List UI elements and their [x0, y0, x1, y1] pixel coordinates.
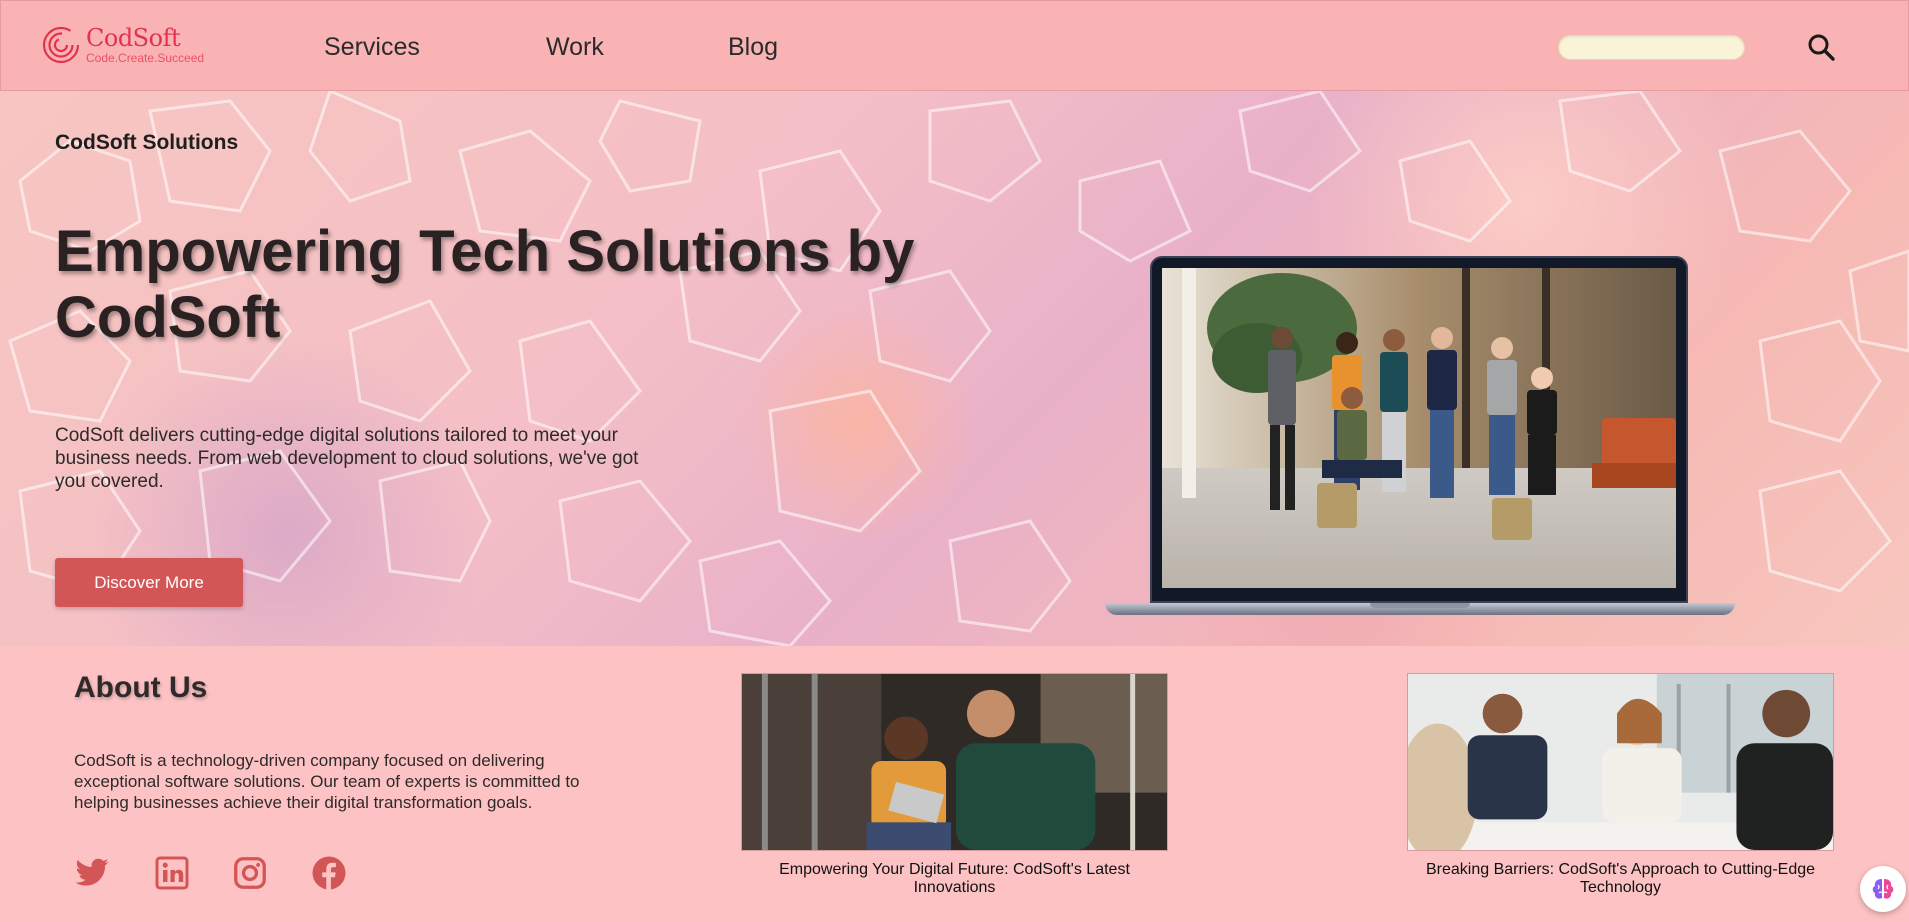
hero-section: CodSoft Solutions Empowering Tech Soluti… [0, 91, 1909, 646]
hero-eyebrow: CodSoft Solutions [55, 131, 239, 154]
search-icon[interactable] [1806, 32, 1836, 62]
hero-laptop-image [1105, 256, 1735, 621]
about-text: CodSoft is a technology-driven company f… [74, 751, 580, 812]
brain-icon [1872, 879, 1894, 899]
discover-more-button[interactable]: Discover More [55, 558, 243, 607]
assistant-brain-icon[interactable] [1860, 866, 1906, 912]
brand-logo[interactable]: CodSoft Code.Create.Succeed [41, 25, 204, 65]
card-caption: Breaking Barriers: CodSoft's Approach to… [1425, 861, 1816, 896]
brand-name: CodSoft [86, 24, 181, 52]
nav-blog[interactable]: Blog [728, 33, 778, 62]
instagram-icon[interactable] [232, 855, 268, 891]
linkedin-icon[interactable] [154, 855, 190, 891]
logo-spiral-icon [42, 26, 80, 64]
card-caption: Empowering Your Digital Future: CodSoft'… [779, 861, 1130, 896]
twitter-icon[interactable] [74, 855, 110, 891]
team-photo [1162, 268, 1676, 588]
search-input[interactable] [1558, 35, 1745, 60]
nav-services[interactable]: Services [324, 33, 420, 62]
brand-tagline: Code.Create.Succeed [86, 51, 205, 65]
hero-description: CodSoft delivers cutting-edge digital so… [55, 425, 639, 492]
nav-work[interactable]: Work [546, 33, 604, 62]
site-header: CodSoft Code.Create.Succeed Services Wor… [0, 0, 1909, 91]
card-image-colleagues-tablet [741, 673, 1168, 851]
facebook-icon[interactable] [311, 855, 347, 891]
hero-title: Empowering Tech Solutions by CodSoft [55, 219, 915, 350]
article-card[interactable]: Breaking Barriers: CodSoft's Approach to… [1407, 673, 1834, 897]
about-title: About Us [74, 671, 208, 704]
article-card[interactable]: Empowering Your Digital Future: CodSoft'… [741, 673, 1168, 897]
card-image-team-meeting [1407, 673, 1834, 851]
